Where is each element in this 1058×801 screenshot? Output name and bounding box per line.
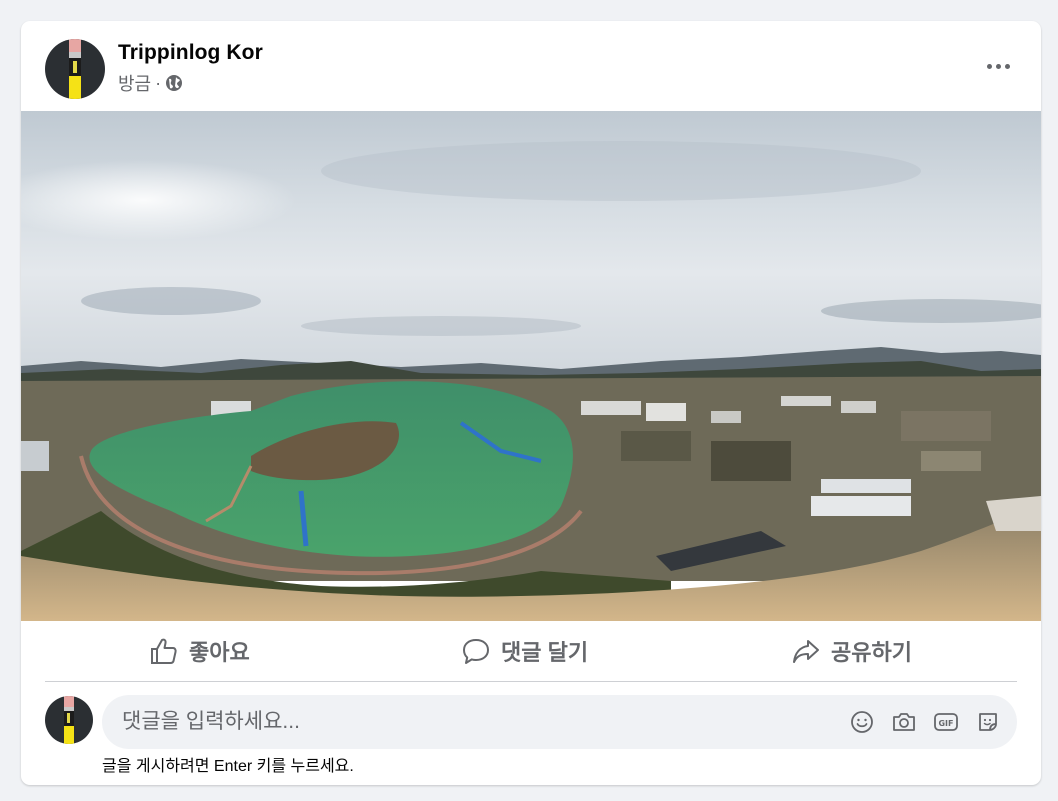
globe-icon[interactable]: [165, 74, 183, 92]
author-avatar[interactable]: [45, 39, 105, 99]
speech-bubble-icon: [461, 636, 491, 666]
comment-label: 댓글 달기: [501, 640, 589, 665]
svg-text:GIF: GIF: [938, 719, 953, 728]
comment-tools: GIF: [849, 695, 1001, 749]
pencil-icon: [64, 696, 74, 744]
emoji-icon[interactable]: [849, 709, 875, 735]
gif-icon[interactable]: GIF: [933, 709, 959, 735]
like-button[interactable]: 좋아요: [149, 621, 250, 681]
post-photo[interactable]: [21, 111, 1041, 621]
like-label: 좋아요: [189, 640, 250, 665]
post-card: Trippinlog Kor 방금 · 좋아요 댓글 달기 공유하기 댓글을 입…: [21, 21, 1041, 785]
comment-composer[interactable]: GIF: [102, 695, 1017, 749]
share-button[interactable]: 공유하기: [791, 621, 912, 681]
thumbs-up-icon: [149, 636, 179, 666]
commenter-avatar[interactable]: [45, 696, 93, 744]
post-timestamp[interactable]: 방금: [118, 70, 151, 96]
post-action-bar: 좋아요 댓글 달기 공유하기: [21, 621, 1041, 681]
meta-separator: ·: [155, 72, 162, 93]
more-options-button[interactable]: [981, 51, 1015, 81]
sticker-icon[interactable]: [975, 709, 1001, 735]
share-arrow-icon: [791, 636, 821, 666]
post-meta: 방금 ·: [118, 70, 183, 96]
camera-icon[interactable]: [891, 709, 917, 735]
author-name[interactable]: Trippinlog Kor: [118, 41, 263, 65]
panorama-image: [21, 111, 1041, 621]
post-header: Trippinlog Kor 방금 ·: [21, 21, 1041, 111]
pencil-icon: [69, 39, 81, 99]
divider: [45, 681, 1017, 682]
more-options-icon: [986, 63, 992, 69]
comment-hint: 글을 게시하려면 Enter 키를 누르세요.: [102, 758, 354, 775]
comment-input[interactable]: [122, 695, 822, 749]
comment-button[interactable]: 댓글 달기: [461, 621, 588, 681]
share-label: 공유하기: [831, 640, 912, 665]
